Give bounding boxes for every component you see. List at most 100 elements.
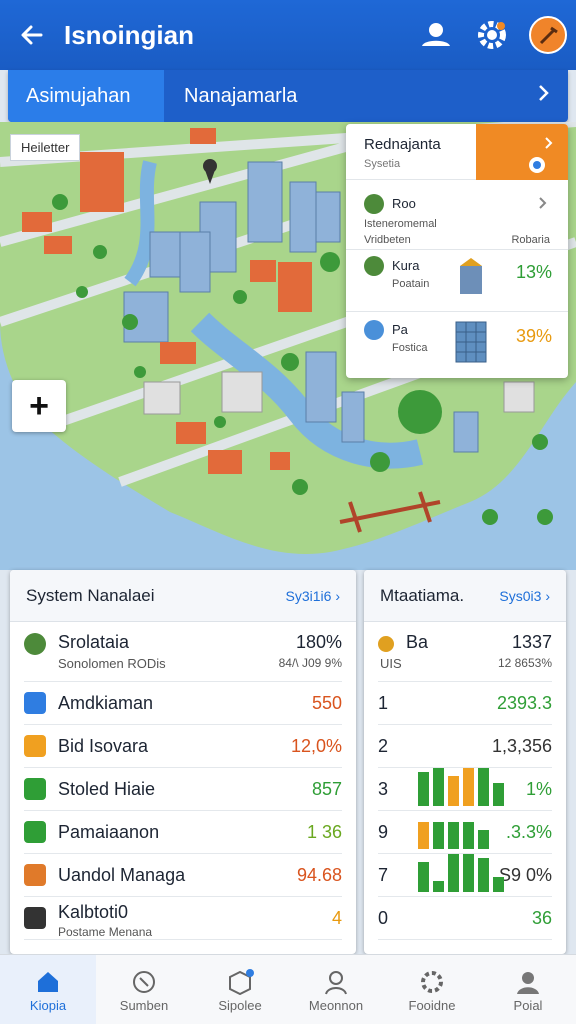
bottom-nav: Kiopia Sumben Sipolee Meonnon Fooidne Poial	[0, 954, 576, 1024]
popup-row-2[interactable]: Kura Poatain 13%	[346, 250, 568, 312]
leaf-icon	[364, 256, 384, 276]
system-row-value: 857	[311, 778, 342, 799]
metrics-row-first[interactable]: Ba 1337 UIS 12 8653%	[378, 622, 552, 682]
mini-bar	[448, 854, 459, 892]
mini-bar	[493, 783, 504, 806]
mini-bar	[463, 854, 474, 892]
system-row[interactable]: Pamaiaanon 1 36	[24, 811, 342, 854]
system-row-value: 12,0%	[290, 735, 342, 756]
user-icon	[422, 23, 450, 46]
system-panel-title: System Nanalaei	[26, 585, 155, 605]
tab-other[interactable]: Nanajamarla	[164, 70, 568, 122]
metrics-row-value: 2393.3	[496, 692, 552, 713]
system-row-value: 94.68	[296, 864, 342, 885]
metrics-row[interactable]: 3 1%	[378, 768, 552, 811]
metrics-row[interactable]: 1 2393.3	[378, 682, 552, 725]
building-icon	[460, 258, 482, 294]
metrics-row-label: 9	[378, 821, 389, 842]
system-row[interactable]: Stoled Hiaie 857	[24, 768, 342, 811]
row-icon	[24, 735, 46, 757]
row-icon	[24, 864, 46, 886]
popup-title: Rednajanta	[364, 136, 441, 153]
nav-label: Meonnon	[308, 998, 364, 1013]
mini-bar	[448, 822, 459, 849]
popup-row-1-sub1: Isteneromemal	[364, 218, 437, 230]
mini-bar-chart	[418, 854, 504, 892]
system-row[interactable]: Uandol Managa 94.68	[24, 854, 342, 897]
nav-label: Kiopia	[29, 998, 67, 1013]
system-row-label: Kalbtoti0	[58, 901, 129, 922]
nav-item-2[interactable]: Sipolee	[192, 955, 288, 1024]
metrics-row[interactable]: 7 S9 0%	[378, 854, 552, 897]
zoom-in-button[interactable]: +	[12, 380, 66, 432]
mini-bar	[418, 772, 429, 806]
system-row-first-value: 180%	[295, 632, 342, 652]
nav-item-4[interactable]: Fooidne	[384, 955, 480, 1024]
system-row-first-sub: Sonolomen RODis	[58, 656, 166, 671]
popup-row-3-sub: Fostica	[392, 342, 428, 354]
tab-active[interactable]: Asimujahan	[8, 70, 164, 122]
popup-row-1-sub2: Vridbeten	[364, 234, 411, 246]
gear-icon	[478, 21, 506, 49]
metrics-row-first-sub: UIS	[380, 656, 402, 671]
arrow-left-icon	[21, 25, 43, 45]
tree-icon	[364, 194, 384, 214]
system-row[interactable]: Amdkiaman 550	[24, 682, 342, 725]
mini-bar	[493, 877, 504, 892]
popup-row-1-name: Roo	[392, 196, 416, 211]
nav-item-1[interactable]: Sumben	[96, 955, 192, 1024]
system-panel-header: System Nanalaei Sy3i1i6 ›	[10, 570, 356, 622]
nav-item-0[interactable]: Kiopia	[0, 955, 96, 1024]
metrics-row-value: S9 0%	[498, 864, 552, 885]
avatar-button[interactable]	[520, 0, 576, 70]
metrics-row[interactable]: 2 1,3,356	[378, 725, 552, 768]
system-row-label: Uandol Managa	[58, 864, 186, 885]
popup-row-2-value: 13%	[515, 262, 552, 282]
nav-item-3[interactable]: Meonnon	[288, 955, 384, 1024]
mini-bar	[433, 822, 444, 849]
popup-action-button[interactable]	[476, 124, 568, 180]
system-row-label: Stoled Hiaie	[58, 778, 156, 799]
compass-icon	[131, 966, 157, 998]
system-row-sub: Postame Menana	[58, 925, 153, 939]
popup-row-3-name: Pa	[392, 322, 408, 337]
system-row-value: 550	[311, 692, 342, 713]
user-button[interactable]	[408, 0, 464, 70]
coin-icon	[378, 635, 394, 652]
chevron-right-icon	[539, 197, 547, 209]
metrics-row-first-subvalue: 12 8653%	[497, 656, 552, 670]
chevron-right-icon	[545, 137, 553, 149]
popup-row-3[interactable]: Pa Fostica 39%	[346, 312, 568, 378]
metrics-row[interactable]: 9 .3.3%	[378, 811, 552, 854]
settings-button[interactable]	[464, 0, 520, 70]
row-icon	[24, 821, 46, 843]
nav-item-5[interactable]: Poial	[480, 955, 576, 1024]
metrics-row-value: 36	[531, 907, 552, 928]
badge-icon	[529, 157, 545, 173]
system-row-value: 1 36	[306, 821, 342, 842]
info-popup: Rednajanta Sysetia Roo Isteneromemal Vri…	[346, 124, 568, 378]
chevron-right-icon: ›	[545, 587, 550, 604]
metrics-row-first-label: Ba	[406, 632, 429, 652]
avatar-icon	[529, 16, 567, 54]
system-row-first[interactable]: Srolataia 180% Sonolomen RODis 84/\ J09 …	[24, 622, 342, 682]
row-icon	[24, 692, 46, 714]
system-row[interactable]: Kalbtoti0 4 Postame Menana	[24, 897, 342, 940]
plus-icon: +	[29, 386, 49, 425]
mini-bar-chart	[418, 822, 489, 849]
chevron-right-icon: ›	[335, 587, 340, 604]
popup-row-1[interactable]: Roo Isteneromemal Vridbeten Robaria	[346, 180, 568, 250]
system-row-value: 4	[331, 907, 342, 928]
back-button[interactable]	[0, 0, 64, 70]
metrics-row[interactable]: 0 36	[378, 897, 552, 940]
row-icon	[24, 778, 46, 800]
system-row[interactable]: Bid Isovara 12,0%	[24, 725, 342, 768]
metrics-row-first-value: 1337	[511, 632, 552, 652]
metrics-panel-link[interactable]: Sys0i3 ›	[499, 588, 550, 604]
system-panel-link[interactable]: Sy3i1i6 ›	[286, 588, 340, 604]
popup-header: Rednajanta Sysetia	[346, 124, 568, 180]
metrics-panel-link-label: Sys0i3	[499, 587, 542, 604]
mini-bar	[478, 768, 489, 806]
system-panel: System Nanalaei Sy3i1i6 › Srolataia 180%…	[10, 570, 356, 954]
mini-bar	[463, 822, 474, 849]
